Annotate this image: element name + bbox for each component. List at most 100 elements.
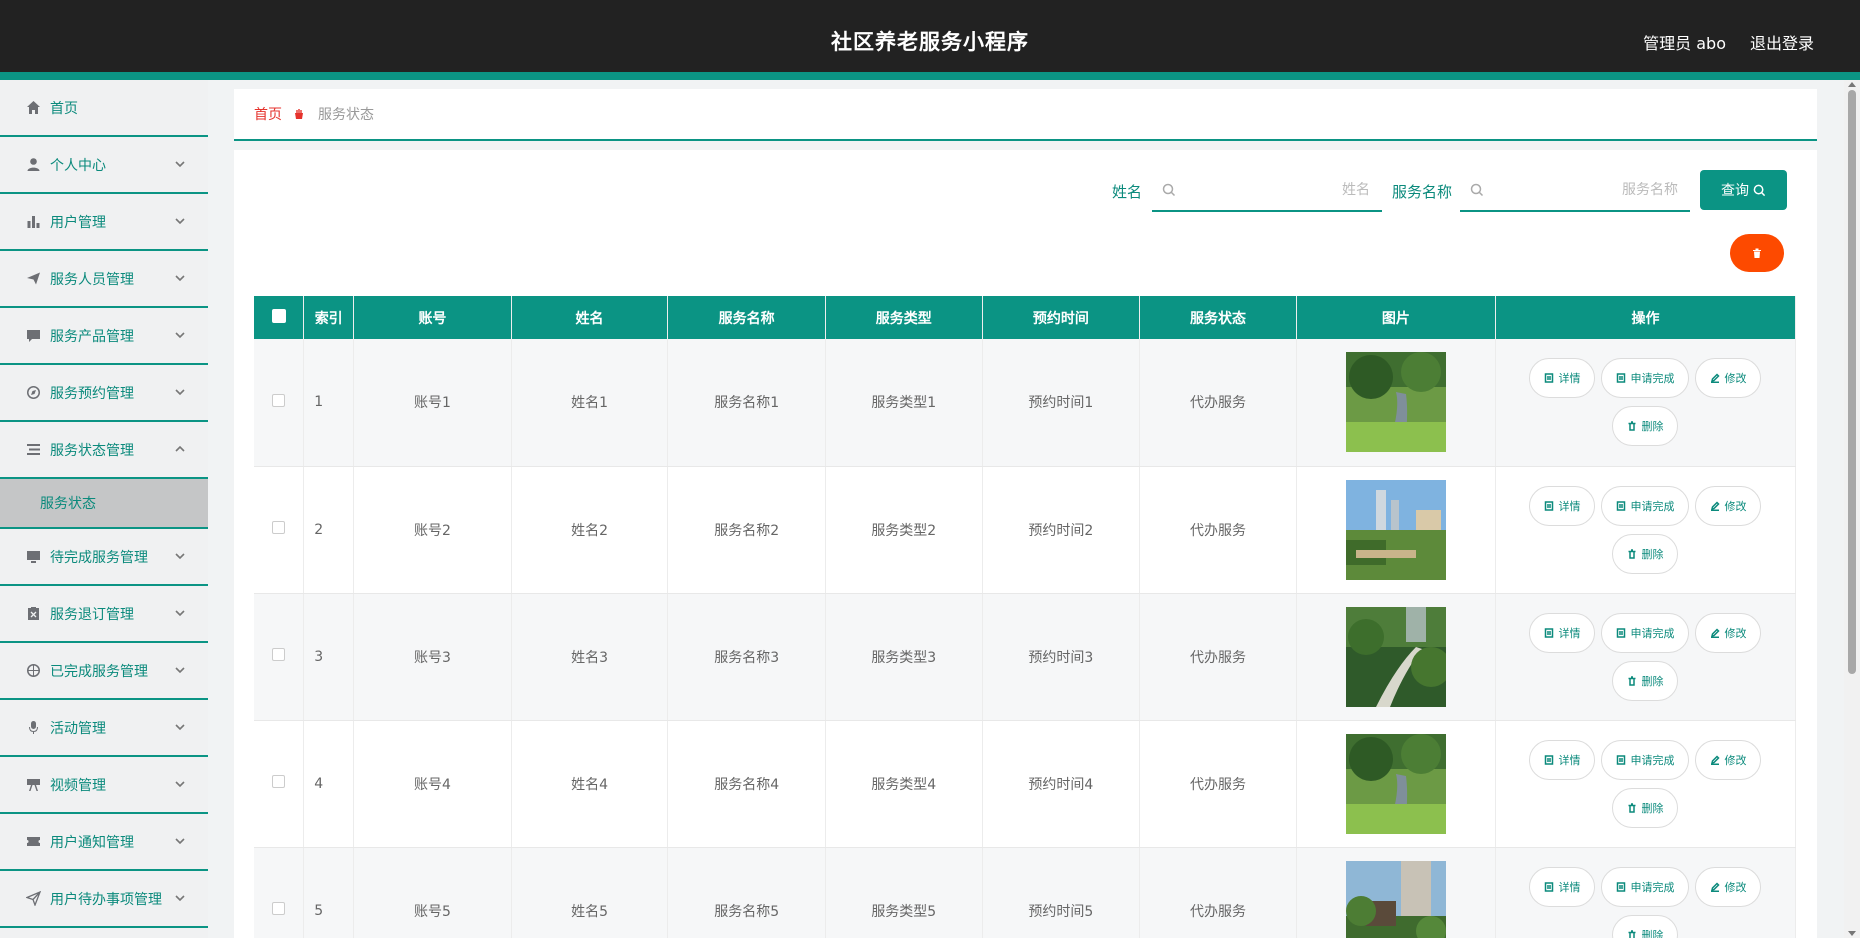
sidebar-item-12[interactable]: 用户通知管理: [0, 814, 208, 871]
detail-button[interactable]: 详情: [1529, 866, 1596, 907]
chevron-down-icon: [174, 215, 186, 227]
detail-button[interactable]: 详情: [1529, 485, 1596, 526]
apply-complete-button-label: 申请完成: [1630, 372, 1675, 386]
app-title: 社区养老服务小程序: [831, 30, 1029, 54]
sidebar-item-0[interactable]: 首页: [0, 80, 208, 137]
sidebar-item-2[interactable]: 用户管理: [0, 194, 208, 251]
detail-button[interactable]: 详情: [1529, 612, 1596, 653]
cell-image: [1296, 339, 1496, 467]
service-search-label: 服务名称: [1392, 183, 1453, 201]
query-button[interactable]: 查询: [1700, 170, 1787, 210]
cell-type: 服务类型5: [825, 847, 983, 938]
cell-time: 预约时间5: [982, 847, 1141, 938]
apply-complete-button[interactable]: 申请完成: [1601, 358, 1690, 399]
document-icon: [1617, 373, 1626, 383]
cell-image: [1296, 847, 1496, 938]
sidebar-item-11[interactable]: 视频管理: [0, 757, 208, 814]
name-search-input[interactable]: [1176, 182, 1382, 198]
trash-icon: [1628, 802, 1636, 813]
detail-button-label: 详情: [1558, 880, 1581, 894]
sidebar-item-9[interactable]: 已完成服务管理: [0, 643, 208, 700]
cell-index: 5: [303, 847, 355, 938]
sidebar-item-13[interactable]: 用户待办事项管理: [0, 871, 208, 928]
sidebar-item-7[interactable]: 待完成服务管理: [0, 529, 208, 586]
sidebar-item-label: 用户通知管理: [50, 834, 134, 851]
batch-delete-button[interactable]: [1730, 234, 1784, 272]
trash-icon: [1753, 248, 1761, 258]
delete-button[interactable]: 删除: [1612, 914, 1679, 938]
column-header: 姓名: [511, 296, 669, 339]
sidebar-item-1[interactable]: 个人中心: [0, 137, 208, 194]
edit-button[interactable]: 修改: [1695, 358, 1762, 399]
edit-button[interactable]: 修改: [1695, 739, 1762, 780]
row-checkbox[interactable]: [272, 393, 286, 407]
logout-button[interactable]: 退出登录: [1750, 30, 1814, 54]
row-checkbox[interactable]: [272, 648, 286, 661]
delete-button[interactable]: 删除: [1612, 660, 1679, 701]
column-header: 图片: [1296, 296, 1496, 339]
cell-account: 账号3: [353, 593, 512, 721]
chevron-down-icon: [174, 778, 186, 790]
cell-type: 服务类型4: [825, 720, 983, 848]
service-search-input[interactable]: [1484, 182, 1690, 198]
projector-icon: [24, 776, 42, 794]
detail-button[interactable]: 详情: [1529, 739, 1596, 780]
search-icon: [1753, 184, 1766, 196]
delete-button-label: 删除: [1641, 928, 1664, 938]
apply-complete-button[interactable]: 申请完成: [1601, 612, 1690, 653]
detail-button-label: 详情: [1558, 499, 1581, 513]
main-panel: 姓名 服务名称 查询 索引账号姓名服务名称服务类型预约时间服务状态图片操作 1账…: [234, 150, 1817, 938]
row-checkbox[interactable]: [272, 521, 286, 534]
scroll-down-arrow[interactable]: [1848, 931, 1856, 936]
sidebar-item-3[interactable]: 服务人员管理: [0, 251, 208, 308]
scroll-up-arrow[interactable]: [1848, 82, 1856, 87]
service-thumbnail: [1345, 733, 1446, 834]
select-all-checkbox[interactable]: [271, 308, 286, 323]
cell-service: 服务名称2: [667, 466, 827, 594]
row-checkbox[interactable]: [272, 775, 286, 788]
apply-complete-button[interactable]: 申请完成: [1601, 866, 1690, 907]
breadcrumb-home[interactable]: 首页: [254, 104, 282, 124]
sidebar-item-6[interactable]: 服务状态管理: [0, 422, 208, 479]
delete-button[interactable]: 删除: [1612, 533, 1679, 574]
table-row: 3 账号3 姓名3 服务名称3 服务类型3 预约时间3 代办服务 详情 申请完成 修改 删除: [254, 593, 1797, 721]
apply-complete-button[interactable]: 申请完成: [1601, 485, 1690, 526]
cell-actions: 详情 申请完成 修改删除: [1495, 466, 1797, 594]
sidebar-item-8[interactable]: 服务退订管理: [0, 586, 208, 643]
edit-icon: [1711, 373, 1721, 384]
sidebar-item-4[interactable]: 服务产品管理: [0, 308, 208, 365]
edit-button-label: 修改: [1724, 499, 1747, 513]
sidebar-item-label: 视频管理: [50, 777, 106, 794]
delete-button[interactable]: 删除: [1612, 406, 1679, 447]
chevron-down-icon: [174, 892, 186, 904]
edit-button[interactable]: 修改: [1695, 866, 1762, 907]
page-scrollbar[interactable]: [1844, 80, 1860, 938]
row-checkbox[interactable]: [272, 902, 286, 915]
delete-button[interactable]: 删除: [1612, 787, 1679, 828]
cell-status: 代办服务: [1139, 720, 1297, 848]
detail-button-label: 详情: [1558, 753, 1581, 767]
detail-button-label: 详情: [1558, 372, 1581, 386]
trash-icon: [1628, 421, 1636, 431]
trash-icon: [1628, 548, 1636, 559]
apply-complete-button[interactable]: 申请完成: [1601, 739, 1690, 780]
cell-index: 1: [303, 339, 355, 467]
sidebar-item-10[interactable]: 活动管理: [0, 700, 208, 757]
cell-actions: 详情 申请完成 修改 删除: [1495, 593, 1797, 721]
cell-actions: 详情 申请完成 修改 删除: [1495, 720, 1797, 848]
sidebar-subitem-service-status[interactable]: 服务状态: [0, 479, 208, 529]
breadcrumb: 首页 服务状态: [234, 89, 1817, 141]
edit-button[interactable]: 修改: [1695, 485, 1762, 526]
apply-complete-button-label: 申请完成: [1630, 626, 1675, 640]
detail-button[interactable]: 详情: [1529, 358, 1596, 399]
sidebar-item-label: 服务预约管理: [50, 385, 134, 402]
sidebar-item-5[interactable]: 服务预约管理: [0, 365, 208, 422]
row-select-cell: [254, 720, 305, 848]
edit-button[interactable]: 修改: [1695, 612, 1762, 653]
sidebar-item-label: 服务人员管理: [50, 271, 134, 288]
cell-name: 姓名1: [511, 339, 669, 467]
sidebar: 首页 个人中心 用户管理服务人员管理服务产品管理服务预约管理服务状态管理 服务状态 待完…: [0, 80, 208, 938]
edit-icon: [1711, 881, 1721, 892]
scrollbar-thumb[interactable]: [1848, 90, 1856, 674]
cell-account: 账号4: [353, 720, 512, 848]
